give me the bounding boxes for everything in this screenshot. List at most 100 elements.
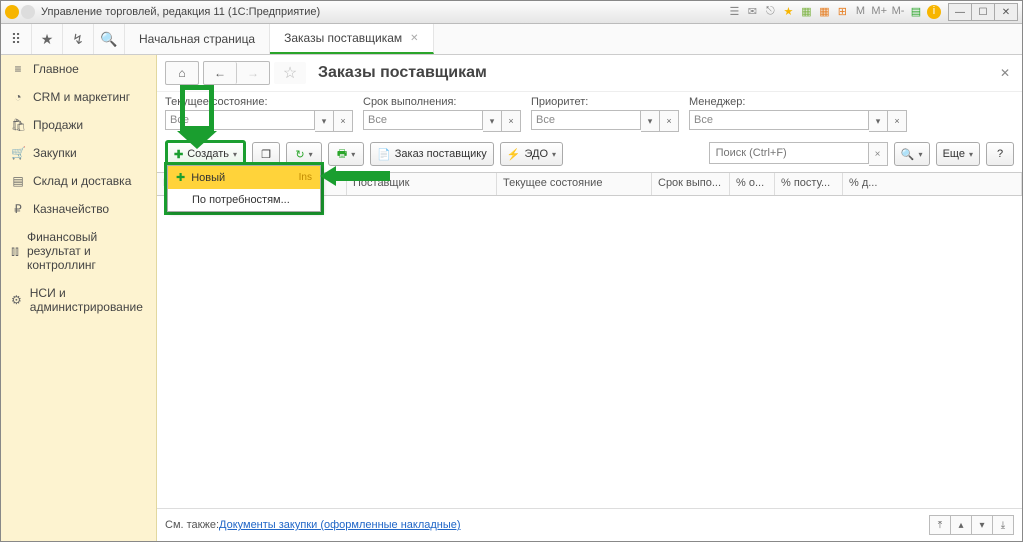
- titlebar-icon[interactable]: ☰: [727, 5, 741, 19]
- home-icon: ≡: [11, 62, 25, 76]
- ruble-icon: ₽: [11, 202, 25, 216]
- edo-button[interactable]: ⚡ЭДО▾: [500, 142, 563, 166]
- close-page-icon[interactable]: ✕: [996, 62, 1014, 84]
- titlebar-icon[interactable]: ★: [781, 5, 795, 19]
- apps-icon[interactable]: ⠿: [1, 24, 32, 54]
- filter-state: Текущее состояние: ▾×: [165, 96, 353, 132]
- sidebar-item-admin[interactable]: ⚙НСИ и администрирование: [1, 279, 156, 321]
- titlebar-icon[interactable]: ▦: [817, 5, 831, 19]
- memory-mminus[interactable]: M-: [891, 5, 905, 19]
- dropdown-icon[interactable]: ▾: [483, 110, 502, 132]
- titlebar-icon[interactable]: ✉: [745, 5, 759, 19]
- clear-icon[interactable]: ×: [660, 110, 679, 132]
- back-button[interactable]: ←: [204, 62, 237, 84]
- info-icon[interactable]: i: [927, 5, 941, 19]
- chevron-down-icon: ▾: [233, 150, 237, 159]
- sidebar-label: Продажи: [33, 118, 83, 132]
- filter-priority: Приоритет:▾×: [531, 96, 679, 132]
- memory-m[interactable]: M: [853, 5, 867, 19]
- sidebar: ≡ Главное ◔ CRM и маркетинг 🛍 Продажи 🛒Заку…: [1, 55, 157, 541]
- titlebar-icon[interactable]: ▦: [799, 5, 813, 19]
- tab-orders[interactable]: Заказы поставщикам✕: [270, 24, 433, 54]
- clear-icon[interactable]: ×: [888, 110, 907, 132]
- sidebar-item-purchases[interactable]: 🛒Закупки: [1, 139, 156, 167]
- chevron-down-icon: ▾: [309, 150, 313, 159]
- maximize-button[interactable]: ☐: [971, 3, 995, 21]
- dropdown-icon[interactable]: ▾: [641, 110, 660, 132]
- filter-label: Текущее состояние:: [165, 96, 353, 108]
- tab-home[interactable]: Начальная страница: [125, 24, 270, 54]
- col-supplier[interactable]: Поставщик: [347, 173, 497, 195]
- sidebar-item-sales[interactable]: 🛍 Продажи: [1, 111, 156, 139]
- clear-icon[interactable]: ×: [502, 110, 521, 132]
- filter-label: Менеджер:: [689, 96, 907, 108]
- footer: См. также: Документы закупки (оформленны…: [157, 508, 1022, 541]
- filter-manager-input[interactable]: [689, 110, 869, 130]
- stack-icon: ▤: [11, 174, 25, 188]
- favorite-star-icon[interactable]: ☆: [274, 62, 306, 84]
- pie-icon: ◔: [11, 90, 25, 104]
- print-icon: 🖶: [337, 145, 347, 164]
- sidebar-label: Главное: [33, 62, 79, 76]
- sidebar-item-main[interactable]: ≡ Главное: [1, 55, 156, 83]
- sidebar-label: Финансовый результат и контроллинг: [27, 230, 146, 272]
- clipboard-icon[interactable]: ↯: [63, 24, 94, 54]
- sidebar-item-crm[interactable]: ◔ CRM и маркетинг: [1, 83, 156, 111]
- filter-priority-input[interactable]: [531, 110, 641, 130]
- search-clear-icon[interactable]: ×: [869, 142, 888, 166]
- more-button[interactable]: Еще▾: [936, 142, 980, 166]
- col-pct2[interactable]: % посту...: [775, 173, 843, 195]
- footer-link[interactable]: Документы закупки (оформленные накладные…: [219, 519, 461, 531]
- dropdown-icon[interactable]: ▾: [315, 110, 334, 132]
- clear-icon[interactable]: ×: [334, 110, 353, 132]
- dropdown-label: Новый: [191, 172, 225, 184]
- edo-label: ЭДО: [524, 148, 548, 160]
- print-button[interactable]: 🖶▾: [328, 142, 364, 166]
- tab-label: Начальная страница: [139, 32, 255, 46]
- dropdown-item-new[interactable]: ✚ Новый Ins: [168, 166, 320, 189]
- help-button[interactable]: ?: [986, 142, 1014, 166]
- col-pct3[interactable]: % д...: [843, 173, 1022, 195]
- edo-icon: ⚡: [507, 148, 521, 161]
- more-label: Еще: [943, 148, 965, 160]
- bag-icon: 🛍: [11, 118, 25, 132]
- shortcut-label: Ins: [299, 172, 312, 183]
- search-input[interactable]: [709, 142, 869, 164]
- sidebar-item-finance[interactable]: ⫾⫾Финансовый результат и контроллинг: [1, 223, 156, 279]
- col-pct1[interactable]: % о...: [730, 173, 775, 195]
- page-title: Заказы поставщикам: [318, 64, 487, 82]
- filter-state-input[interactable]: [165, 110, 315, 130]
- window-titlebar: Управление торговлей, редакция 11 (1С:Пр…: [1, 1, 1022, 24]
- titlebar-icon[interactable]: ⎋: [763, 5, 777, 19]
- dropdown-item-needs[interactable]: По потребностям...: [168, 189, 320, 211]
- col-state[interactable]: Текущее состояние: [497, 173, 652, 195]
- nav-last-icon[interactable]: ⤓: [992, 515, 1014, 535]
- titlebar-icon[interactable]: ⊞: [835, 5, 849, 19]
- home-button[interactable]: ⌂: [165, 61, 199, 85]
- magnify-icon: 🔍: [901, 148, 915, 161]
- memory-mplus[interactable]: M+: [871, 5, 887, 19]
- close-button[interactable]: ✕: [994, 3, 1018, 21]
- create-dropdown: ✚ Новый Ins По потребностям...: [167, 165, 321, 212]
- doc-icon: 📄: [377, 148, 391, 161]
- star-icon[interactable]: ★: [32, 24, 63, 54]
- titlebar-tools: ☰ ✉ ⎋ ★ ▦ ▦ ⊞ M M+ M- ▤ i: [727, 5, 941, 19]
- sidebar-item-warehouse[interactable]: ▤Склад и доставка: [1, 167, 156, 195]
- dropdown-icon[interactable]: ▾: [869, 110, 888, 132]
- sidebar-item-treasury[interactable]: ₽Казначейство: [1, 195, 156, 223]
- forward-button[interactable]: →: [237, 62, 269, 84]
- supplier-order-button[interactable]: 📄Заказ поставщику: [370, 142, 494, 166]
- col-due[interactable]: Срок выпо...: [652, 173, 730, 195]
- minimize-button[interactable]: —: [948, 3, 972, 21]
- nav-down-icon[interactable]: ▾: [971, 515, 993, 535]
- sidebar-label: CRM и маркетинг: [33, 90, 130, 104]
- nav-first-icon[interactable]: ⤒: [929, 515, 951, 535]
- nav-up-icon[interactable]: ▴: [950, 515, 972, 535]
- search-button[interactable]: 🔍▾: [894, 142, 930, 166]
- filter-due-input[interactable]: [363, 110, 483, 130]
- calc-icon[interactable]: ▤: [909, 5, 923, 19]
- tab-close-icon[interactable]: ✕: [410, 33, 418, 44]
- sidebar-label: Закупки: [33, 146, 77, 160]
- filter-label: Срок выполнения:: [363, 96, 521, 108]
- search-icon[interactable]: 🔍: [94, 24, 125, 54]
